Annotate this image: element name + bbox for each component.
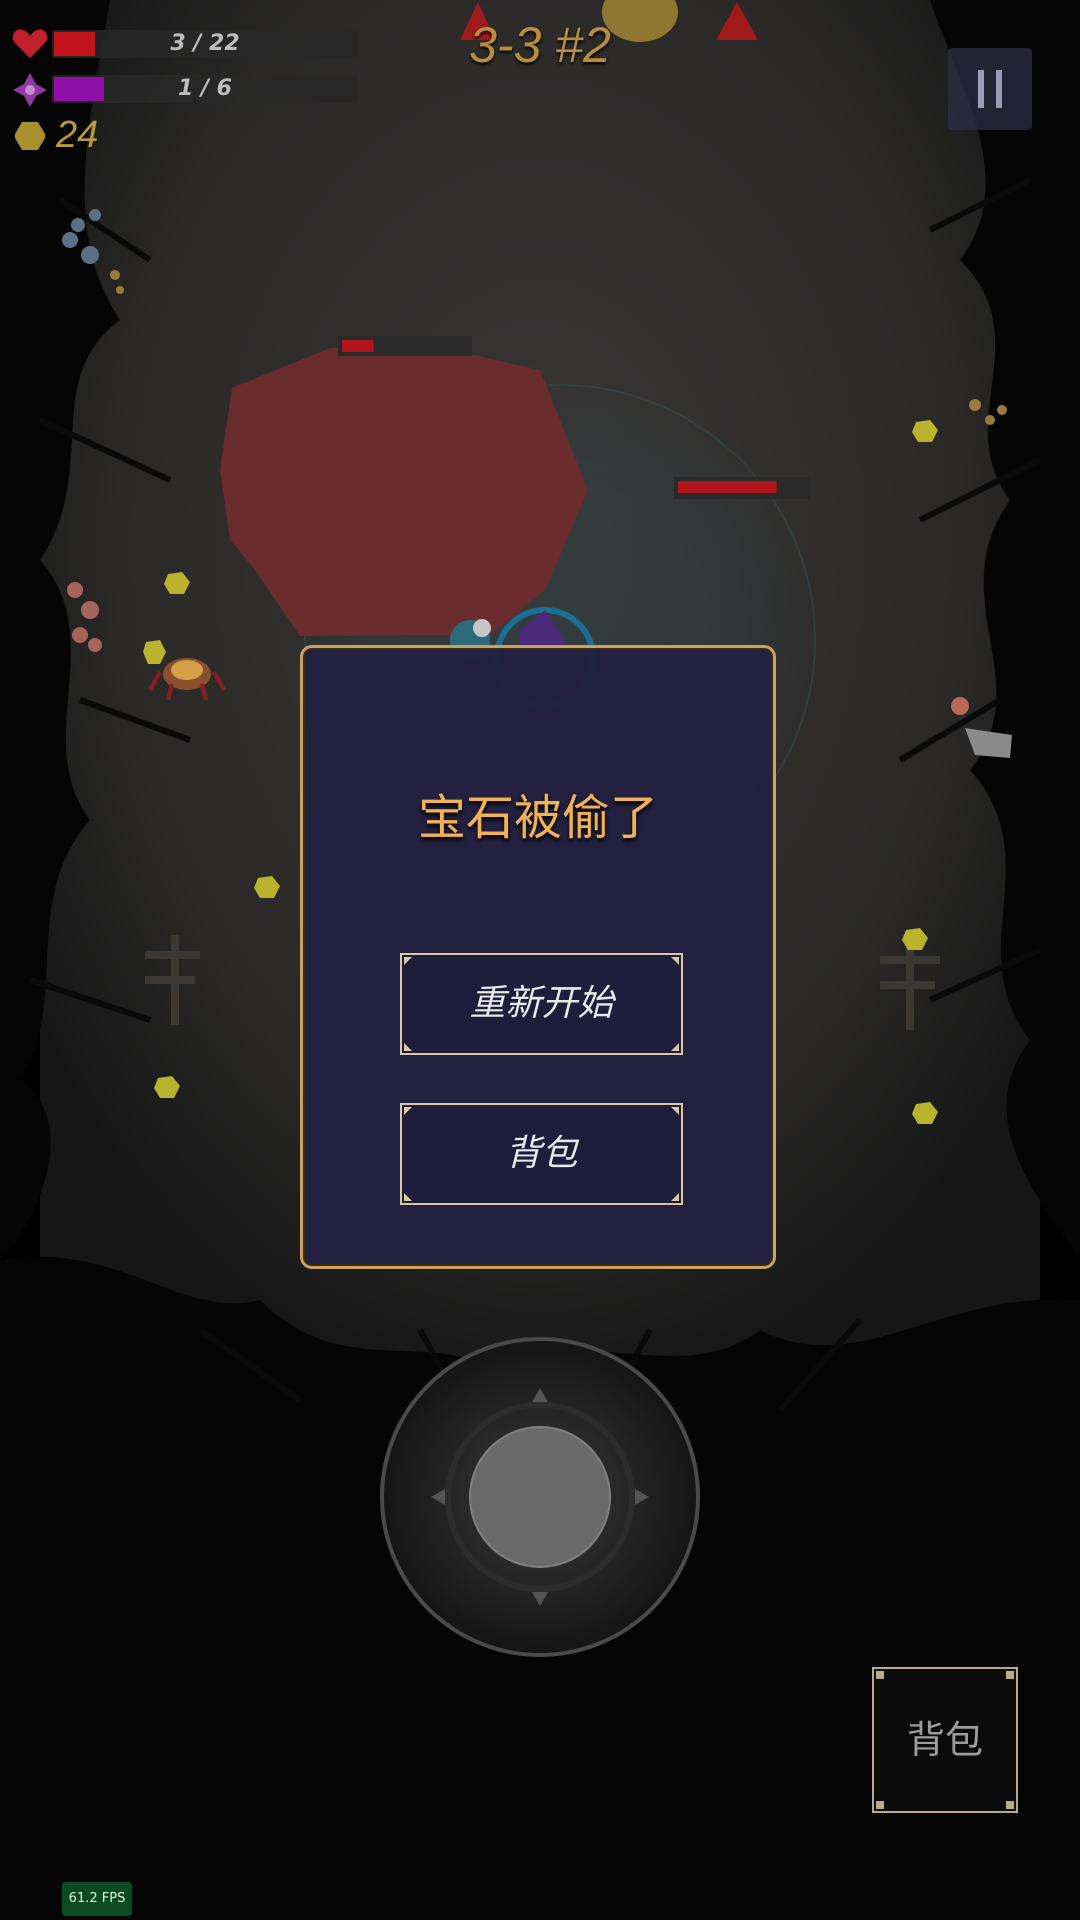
restart-button[interactable]: 重新开始 bbox=[400, 953, 683, 1055]
boss-health-fill bbox=[342, 340, 374, 352]
backpack-button[interactable]: 背包 bbox=[872, 1667, 1018, 1813]
mana-star-icon bbox=[12, 72, 48, 108]
level-title: 3-3 #2 bbox=[469, 17, 611, 73]
mana-text: 1 / 6 bbox=[178, 76, 232, 101]
backpack-button-label: 背包 bbox=[906, 1718, 983, 1762]
dialog-title: 宝石被偷了 bbox=[417, 790, 658, 846]
coin-count: 24 bbox=[56, 114, 99, 156]
restart-button-label: 重新开始 bbox=[469, 983, 614, 1024]
dialog-backpack-button[interactable]: 背包 bbox=[400, 1103, 683, 1205]
boss-enemy bbox=[220, 345, 588, 636]
dialog-backpack-label: 背包 bbox=[505, 1133, 578, 1174]
game-over-dialog: 宝石被偷了 重新开始 背包 bbox=[300, 645, 776, 1269]
pause-button[interactable] bbox=[948, 48, 1032, 130]
fps-counter: 61.2 FPS bbox=[62, 1882, 132, 1916]
mana-bar: 1 / 6 bbox=[52, 75, 358, 103]
enemy-health-fill bbox=[678, 481, 777, 493]
joystick-knob bbox=[469, 1426, 611, 1568]
coin-icon bbox=[14, 120, 46, 152]
